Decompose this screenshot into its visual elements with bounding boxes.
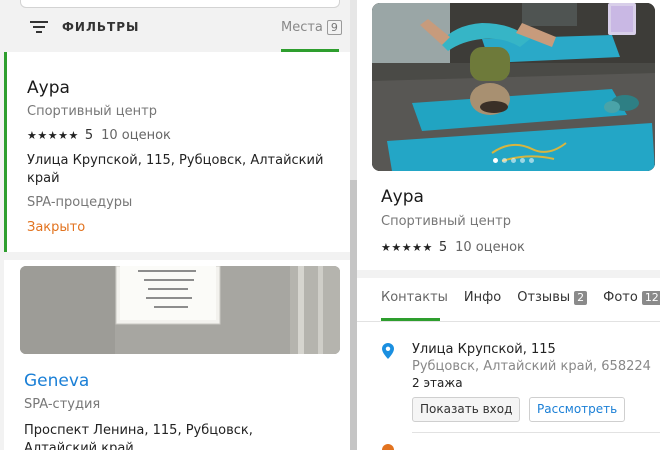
gallery-dot[interactable] xyxy=(493,158,498,163)
places-count-badge: 9 xyxy=(326,20,342,35)
result-rating: ★★★★★ 5 10 оценок xyxy=(27,128,171,143)
address-floors: 2 этажа xyxy=(412,376,463,390)
place-type: Спортивный центр xyxy=(381,214,511,229)
row-divider xyxy=(412,432,660,433)
filters-label: ФИЛЬТРЫ xyxy=(62,20,140,34)
view-button[interactable]: Рассмотреть xyxy=(529,397,626,422)
tab-places-label: Места xyxy=(281,20,323,35)
place-title: Аура xyxy=(381,187,424,207)
tab-reviews[interactable]: Отзывы 2 xyxy=(517,290,588,305)
gallery-dot[interactable] xyxy=(520,158,525,163)
status-closed: Закрыто xyxy=(27,220,86,235)
result-address: Улица Крупской, 115, Рубцовск, Алтайский… xyxy=(27,153,324,186)
result-name[interactable]: Аура xyxy=(27,78,70,98)
address-city: Рубцовск, Алтайский край, 658224 xyxy=(412,359,651,374)
filter-icon xyxy=(30,21,48,33)
rating-value: 5 xyxy=(438,240,448,255)
gallery-pagination[interactable] xyxy=(372,158,655,163)
tab-label: Отзывы xyxy=(517,290,571,305)
place-photo-gallery[interactable] xyxy=(372,3,655,171)
show-entrance-button[interactable]: Показать вход xyxy=(412,397,521,422)
photo-image xyxy=(20,266,340,354)
result-type: Спортивный центр xyxy=(27,104,157,119)
result-type: SPA-студия xyxy=(24,397,101,412)
reviews-count[interactable]: 10 оценок xyxy=(101,128,171,143)
section-divider xyxy=(357,270,660,278)
details-tabs: Контакты Инфо Отзывы 2 Фото 12 xyxy=(381,290,660,305)
result-card[interactable]: Geneva SPA-студия Проспект Ленина, 115, … xyxy=(4,260,350,450)
address-street: Улица Крупской, 115 xyxy=(412,342,556,357)
location-pin-icon xyxy=(382,343,394,359)
place-rating: ★★★★★ 5 10 оценок xyxy=(381,240,525,255)
scrollbar-thumb[interactable] xyxy=(350,180,357,450)
gallery-dot[interactable] xyxy=(511,158,516,163)
result-photo[interactable] xyxy=(20,266,340,354)
result-address: Проспект Ленина, 115, Рубцовск, Алтайски… xyxy=(24,423,253,450)
tab-places[interactable]: Места 9 xyxy=(281,20,342,35)
tabs-divider xyxy=(357,321,660,322)
result-name[interactable]: Geneva xyxy=(24,371,89,391)
reviews-count[interactable]: 10 оценок xyxy=(455,240,525,255)
result-card-selected[interactable]: Аура Спортивный центр ★★★★★ 5 10 оценок … xyxy=(4,52,350,252)
tab-label: Инфо xyxy=(463,290,502,305)
tab-label: Контакты xyxy=(381,290,448,305)
tab-label: Фото xyxy=(603,290,638,305)
clock-icon xyxy=(382,444,394,450)
rating-stars-icon: ★★★★★ xyxy=(381,241,433,254)
tab-photos[interactable]: Фото 12 xyxy=(603,290,660,305)
results-panel: ФИЛЬТРЫ Места 9 Аура Спортивный центр ★★… xyxy=(0,0,357,450)
tab-info[interactable]: Инфо xyxy=(464,290,501,305)
photos-count-badge: 12 xyxy=(641,290,660,305)
result-category: SPA-процедуры xyxy=(27,195,133,210)
place-details-panel: Аура Спортивный центр ★★★★★ 5 10 оценок … xyxy=(357,0,660,450)
search-box-edge[interactable] xyxy=(20,0,340,8)
tab-contacts[interactable]: Контакты xyxy=(381,290,448,305)
rating-stars-icon: ★★★★★ xyxy=(27,129,79,142)
gallery-photo xyxy=(372,3,655,171)
reviews-count-badge: 2 xyxy=(574,290,588,305)
rating-value: 5 xyxy=(84,128,94,143)
filters-button[interactable]: ФИЛЬТРЫ xyxy=(30,20,139,34)
gallery-dot[interactable] xyxy=(502,158,507,163)
gallery-dot[interactable] xyxy=(529,158,534,163)
